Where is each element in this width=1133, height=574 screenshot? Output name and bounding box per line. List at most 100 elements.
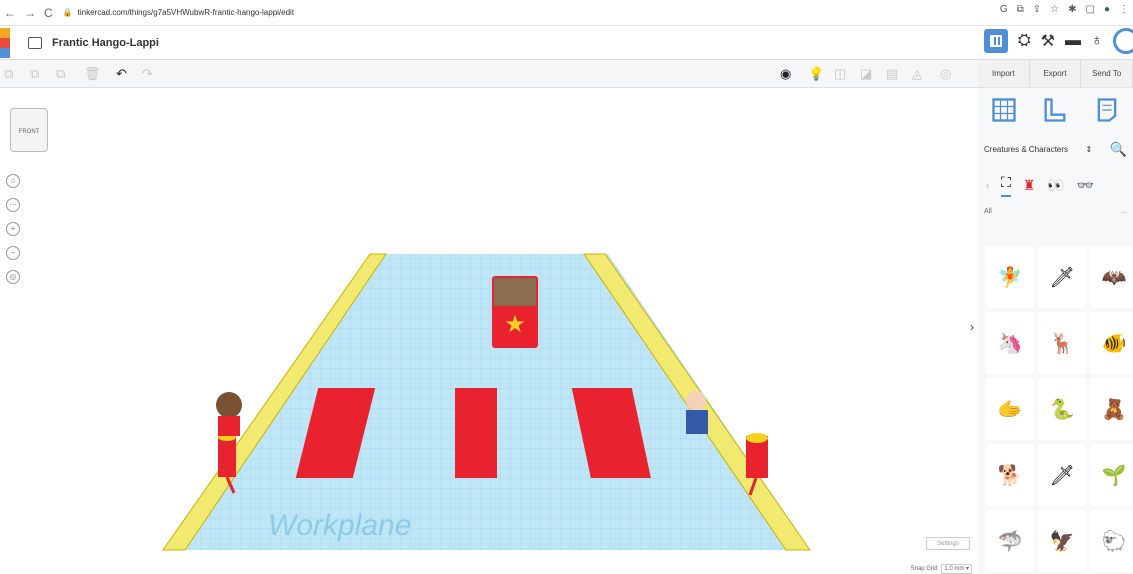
browser-icons: G ⧉ ⇪ ☆ ✱ ▢ ● ⋮: [1000, 4, 1129, 15]
notes-icon[interactable]: [1093, 96, 1121, 124]
workplane-grid-icon[interactable]: [990, 96, 1018, 124]
shape-dagger[interactable]: 🗡: [1038, 444, 1086, 506]
car-seat: [494, 278, 536, 306]
extensions-icon[interactable]: ✱: [1068, 4, 1076, 15]
shape-fish[interactable]: 🐠: [1090, 312, 1133, 374]
ungroup-icon[interactable]: ◪: [860, 66, 872, 82]
google-icon[interactable]: G: [1000, 4, 1008, 15]
shape-bear[interactable]: 🧸: [1090, 378, 1133, 440]
url-text: tinkercad.com/things/g7a5VHWubwR-frantic…: [77, 8, 295, 17]
align-icon[interactable]: ▤: [886, 66, 898, 82]
zoom-out-icon[interactable]: −: [6, 246, 20, 260]
tinkercad-logo[interactable]: [0, 27, 10, 58]
duplicate-icon[interactable]: ⧉: [56, 66, 65, 82]
forward-icon[interactable]: →: [24, 6, 36, 20]
group-icon[interactable]: ◫: [834, 66, 846, 82]
shape-sword[interactable]: 🗡: [1038, 246, 1086, 308]
workplane-label: Workplane: [268, 509, 411, 542]
shape-grid: 🧚 🗡 🦇 🦄 🦌 🐠 🫱 🐍 🧸 🐕 🗡 🌱 🦈 🦅 🐑: [986, 246, 1133, 572]
snap-grid-label: Snap Grid: [910, 566, 938, 572]
snap-grid-value[interactable]: 1.0 mm ▾: [941, 564, 972, 574]
edit-toolbar: ⧉ ⧉ ⧉ 🗑 ↶ ↷ ◉ 💡 ◫ ◪ ▤ ◬ ◎: [0, 60, 978, 88]
search-icon[interactable]: 🔍: [1110, 141, 1127, 158]
shape-bird[interactable]: 🦅: [1038, 510, 1086, 572]
add-user-icon[interactable]: ♁: [1091, 32, 1103, 50]
export-toolbar: Import Export Send To: [978, 59, 1133, 88]
blocks-view-icon[interactable]: ⛭: [1018, 32, 1031, 50]
shape-snake[interactable]: 🐍: [1038, 378, 1086, 440]
light-icon[interactable]: 💡: [808, 66, 824, 82]
ruler-icon[interactable]: [1041, 96, 1069, 124]
header-actions: ⛭ ⚒ ▬ ♁: [983, 28, 1133, 54]
snap-grid[interactable]: Snap Grid 1.0 mm ▾: [910, 564, 972, 574]
character-right[interactable]: [686, 391, 706, 411]
all-label: All: [984, 208, 992, 215]
glasses-icon[interactable]: 👓: [1077, 177, 1094, 194]
all-shapes-icon[interactable]: ⛶: [1001, 174, 1011, 197]
perspective-icon[interactable]: ◎: [6, 270, 20, 284]
window-icon[interactable]: ▢: [1086, 4, 1095, 15]
import-button[interactable]: Import: [978, 59, 1030, 88]
select-arrows-icon: ⇕: [1085, 144, 1093, 154]
notes-icon[interactable]: ◉: [780, 66, 791, 82]
undo-icon[interactable]: ↶: [116, 66, 127, 82]
menu-icon[interactable]: ⋮: [1119, 4, 1129, 15]
paste-icon[interactable]: ⧉: [30, 66, 39, 82]
costume-icon[interactable]: ♜: [1023, 177, 1036, 194]
settings-button[interactable]: Settings: [926, 537, 970, 550]
category-select[interactable]: Creatures & Characters ⇕ 🔍: [984, 138, 1127, 160]
back-icon[interactable]: ←: [4, 6, 16, 20]
share-icon[interactable]: ⇪: [1033, 4, 1041, 15]
category-filter-tabs: ‹ ⛶ ♜ 👀 👓: [986, 170, 1133, 200]
panel-collapse-icon[interactable]: ›: [970, 320, 974, 334]
redo-icon[interactable]: ↷: [142, 66, 153, 82]
avatar[interactable]: [1113, 28, 1133, 54]
design-list-icon[interactable]: [28, 36, 42, 49]
send-to-button[interactable]: Send To: [1081, 59, 1133, 88]
shape-sheep[interactable]: 🐑: [1090, 510, 1133, 572]
grid-icon: [989, 35, 1002, 47]
address-bar[interactable]: 🔒 tinkercad.com/things/g7a5VHWubwR-frant…: [63, 8, 294, 17]
car-star-icon: ★: [504, 311, 526, 338]
post-right-cap: [746, 433, 768, 443]
fit-view-icon[interactable]: ⋯: [6, 198, 20, 212]
shapes-panel: Creatures & Characters ⇕ 🔍 ‹ ⛶ ♜ 👀 👓 All…: [978, 88, 1133, 574]
shape-plant[interactable]: 🌱: [1090, 444, 1133, 506]
star-icon[interactable]: ☆: [1050, 4, 1059, 15]
browser-bar: ← → C 🔒 tinkercad.com/things/g7a5VHWubwR…: [0, 0, 1133, 26]
home-view-icon[interactable]: ⌂: [6, 174, 20, 188]
delete-icon[interactable]: 🗑: [84, 66, 101, 82]
workplane-scene[interactable]: ★ Workplane: [0, 88, 978, 574]
eyes-icon[interactable]: 👀: [1047, 177, 1064, 194]
post-left[interactable]: [218, 435, 236, 477]
shape-hand[interactable]: 🫱: [986, 378, 1034, 440]
pad-center[interactable]: [455, 388, 497, 478]
cruise-icon[interactable]: ◎: [940, 66, 951, 82]
bricks-view-icon[interactable]: ⚒: [1041, 31, 1055, 51]
briefcase-icon[interactable]: ▬: [1065, 32, 1081, 50]
3d-design-view-button[interactable]: [983, 29, 1008, 53]
category-value: Creatures & Characters: [984, 144, 1069, 154]
shape-dog[interactable]: 🐕: [986, 444, 1034, 506]
copy-icon[interactable]: ⧉: [4, 66, 13, 82]
scroll-left-icon[interactable]: ‹: [986, 180, 989, 190]
tab-icon[interactable]: ⧉: [1017, 4, 1024, 15]
shape-fairy[interactable]: 🧚: [986, 246, 1034, 308]
zoom-in-icon[interactable]: +: [6, 222, 20, 236]
reload-icon[interactable]: C: [44, 6, 53, 20]
all-row: All ...: [984, 208, 1127, 215]
design-title[interactable]: Frantic Hango-Lappi: [52, 37, 159, 49]
profile-icon[interactable]: ●: [1104, 4, 1110, 15]
shape-bat[interactable]: 🦇: [1090, 246, 1133, 308]
browser-nav: ← → C: [4, 6, 53, 20]
more-icon[interactable]: ...: [1121, 208, 1127, 215]
shape-deer[interactable]: 🦌: [1038, 312, 1086, 374]
mirror-icon[interactable]: ◬: [912, 66, 922, 82]
3d-viewport[interactable]: ★ Workplane FRONT ⌂ ⋯ + − ◎ Settings Sna…: [0, 88, 978, 574]
character-left[interactable]: [216, 392, 242, 418]
view-cube[interactable]: FRONT: [10, 108, 48, 152]
export-button[interactable]: Export: [1030, 59, 1082, 88]
lock-icon: 🔒: [62, 8, 73, 17]
shape-shark[interactable]: 🦈: [986, 510, 1034, 572]
shape-unicorn[interactable]: 🦄: [986, 312, 1034, 374]
